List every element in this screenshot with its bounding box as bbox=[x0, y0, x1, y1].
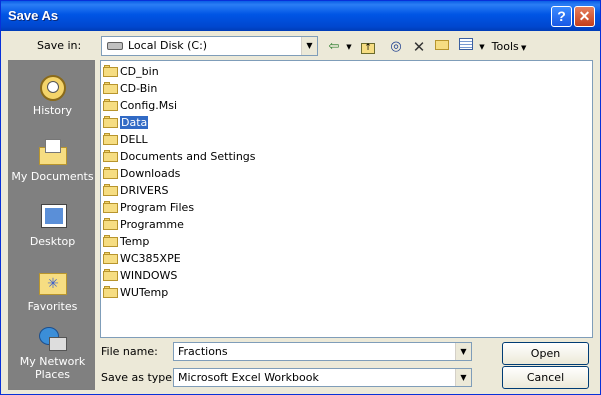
folder-icon bbox=[103, 99, 118, 111]
list-item[interactable]: Documents and Settings bbox=[103, 149, 256, 165]
window-title: Save As bbox=[8, 8, 59, 23]
list-item-label: Program Files bbox=[120, 201, 195, 214]
folder-icon bbox=[103, 133, 118, 145]
folder-icon bbox=[103, 286, 118, 298]
list-item[interactable]: DELL bbox=[103, 132, 148, 148]
save-in-label: Save in: bbox=[37, 39, 82, 52]
list-item-label: WUTemp bbox=[120, 286, 169, 299]
save-as-dialog: Save As ? ✕ Save in: Local Disk (C:) ▼ ⇦… bbox=[0, 0, 601, 395]
cancel-button[interactable]: Cancel bbox=[502, 366, 589, 389]
save-as-type-label: Save as type: bbox=[101, 371, 176, 384]
new-folder-icon[interactable] bbox=[432, 37, 452, 57]
list-item-label: WINDOWS bbox=[120, 269, 178, 282]
up-one-level-icon[interactable]: ↑ bbox=[358, 37, 378, 57]
list-item[interactable]: WINDOWS bbox=[103, 268, 177, 284]
places-history[interactable]: History bbox=[9, 67, 96, 129]
places-desktop[interactable]: Desktop bbox=[9, 198, 96, 260]
folder-icon bbox=[103, 82, 118, 94]
open-button[interactable]: Open bbox=[502, 342, 589, 365]
folder-icon bbox=[103, 201, 118, 213]
back-icon[interactable]: ⇦ bbox=[323, 37, 345, 57]
folder-icon bbox=[103, 235, 118, 247]
search-web-icon[interactable]: ◎ bbox=[386, 37, 406, 57]
list-item[interactable]: Temp bbox=[103, 234, 149, 250]
places-my-documents-label: My Documents bbox=[11, 170, 94, 183]
folder-icon bbox=[103, 65, 118, 77]
places-desktop-label: Desktop bbox=[29, 235, 76, 248]
list-item[interactable]: Downloads bbox=[103, 166, 180, 182]
folder-icon bbox=[103, 218, 118, 230]
list-item-label: Config.Msi bbox=[120, 99, 178, 112]
list-item[interactable]: Programme bbox=[103, 217, 184, 233]
places-history-label: History bbox=[32, 104, 73, 117]
places-network-label-2: Places bbox=[35, 368, 70, 381]
tools-menu-label: Tools bbox=[491, 40, 519, 53]
save-in-dropdown[interactable]: Local Disk (C:) ▼ bbox=[101, 36, 318, 56]
list-item-label: Documents and Settings bbox=[120, 150, 256, 163]
folder-icon bbox=[103, 150, 118, 162]
file-name-label: File name: bbox=[101, 345, 158, 358]
views-icon[interactable] bbox=[456, 37, 476, 57]
list-item[interactable]: WC385XPE bbox=[103, 251, 181, 267]
folder-icon bbox=[103, 184, 118, 196]
folder-icon bbox=[103, 269, 118, 281]
places-network-label-1: My Network bbox=[19, 355, 86, 368]
list-item[interactable]: WUTemp bbox=[103, 285, 168, 301]
delete-icon[interactable]: ✕ bbox=[409, 37, 429, 57]
list-item-label: WC385XPE bbox=[120, 252, 181, 265]
list-item[interactable]: CD_bin bbox=[103, 64, 159, 80]
list-item-label: CD_bin bbox=[120, 65, 159, 78]
list-item-label: DRIVERS bbox=[120, 184, 169, 197]
places-network[interactable]: My Network Places bbox=[9, 323, 96, 389]
file-name-field[interactable]: Fractions ▼ bbox=[173, 342, 472, 361]
list-item-label: CD-Bin bbox=[120, 82, 158, 95]
chevron-down-icon[interactable]: ▼ bbox=[455, 343, 471, 360]
list-item-label: DELL bbox=[120, 133, 148, 146]
places-favorites-label: Favorites bbox=[27, 300, 78, 313]
file-name-value: Fractions bbox=[178, 345, 228, 358]
network-places-icon bbox=[37, 325, 69, 355]
save-as-type-dropdown[interactable]: Microsoft Excel Workbook ▼ bbox=[173, 368, 472, 387]
file-list[interactable]: CD_bin CD-Bin Config.Msi Data DELL Documents … bbox=[100, 60, 593, 338]
list-item-label: Temp bbox=[120, 235, 150, 248]
places-bar: History My Documents Desktop ✳ Favorites bbox=[8, 60, 95, 390]
tools-menu[interactable]: Tools ▼ bbox=[489, 37, 529, 57]
list-item-label: Data bbox=[120, 116, 149, 129]
close-button[interactable]: ✕ bbox=[574, 6, 595, 27]
desktop-icon bbox=[37, 202, 69, 232]
help-button[interactable]: ? bbox=[551, 6, 572, 27]
list-item[interactable]: Program Files bbox=[103, 200, 194, 216]
list-item-label: Downloads bbox=[120, 167, 181, 180]
history-icon bbox=[37, 73, 69, 103]
chevron-down-icon[interactable]: ▼ bbox=[301, 37, 317, 55]
title-bar[interactable]: Save As ? ✕ bbox=[1, 1, 600, 31]
back-dropdown-icon[interactable]: ▼ bbox=[344, 37, 354, 57]
list-item[interactable]: DRIVERS bbox=[103, 183, 168, 199]
my-documents-icon bbox=[37, 137, 69, 167]
local-disk-icon bbox=[107, 42, 123, 50]
list-item[interactable]: Config.Msi bbox=[103, 98, 177, 114]
list-item-label: Programme bbox=[120, 218, 184, 231]
save-in-value: Local Disk (C:) bbox=[128, 39, 208, 52]
favorites-icon: ✳ bbox=[37, 267, 69, 297]
places-favorites[interactable]: ✳ Favorites bbox=[9, 263, 96, 325]
folder-icon bbox=[103, 116, 118, 128]
list-item[interactable]: Data bbox=[103, 115, 149, 131]
chevron-down-icon[interactable]: ▼ bbox=[455, 369, 471, 386]
list-item[interactable]: CD-Bin bbox=[103, 81, 157, 97]
places-my-documents[interactable]: My Documents bbox=[9, 133, 96, 195]
folder-icon bbox=[103, 167, 118, 179]
views-dropdown-icon[interactable]: ▼ bbox=[477, 37, 487, 57]
folder-icon bbox=[103, 252, 118, 264]
save-as-type-value: Microsoft Excel Workbook bbox=[178, 371, 319, 384]
